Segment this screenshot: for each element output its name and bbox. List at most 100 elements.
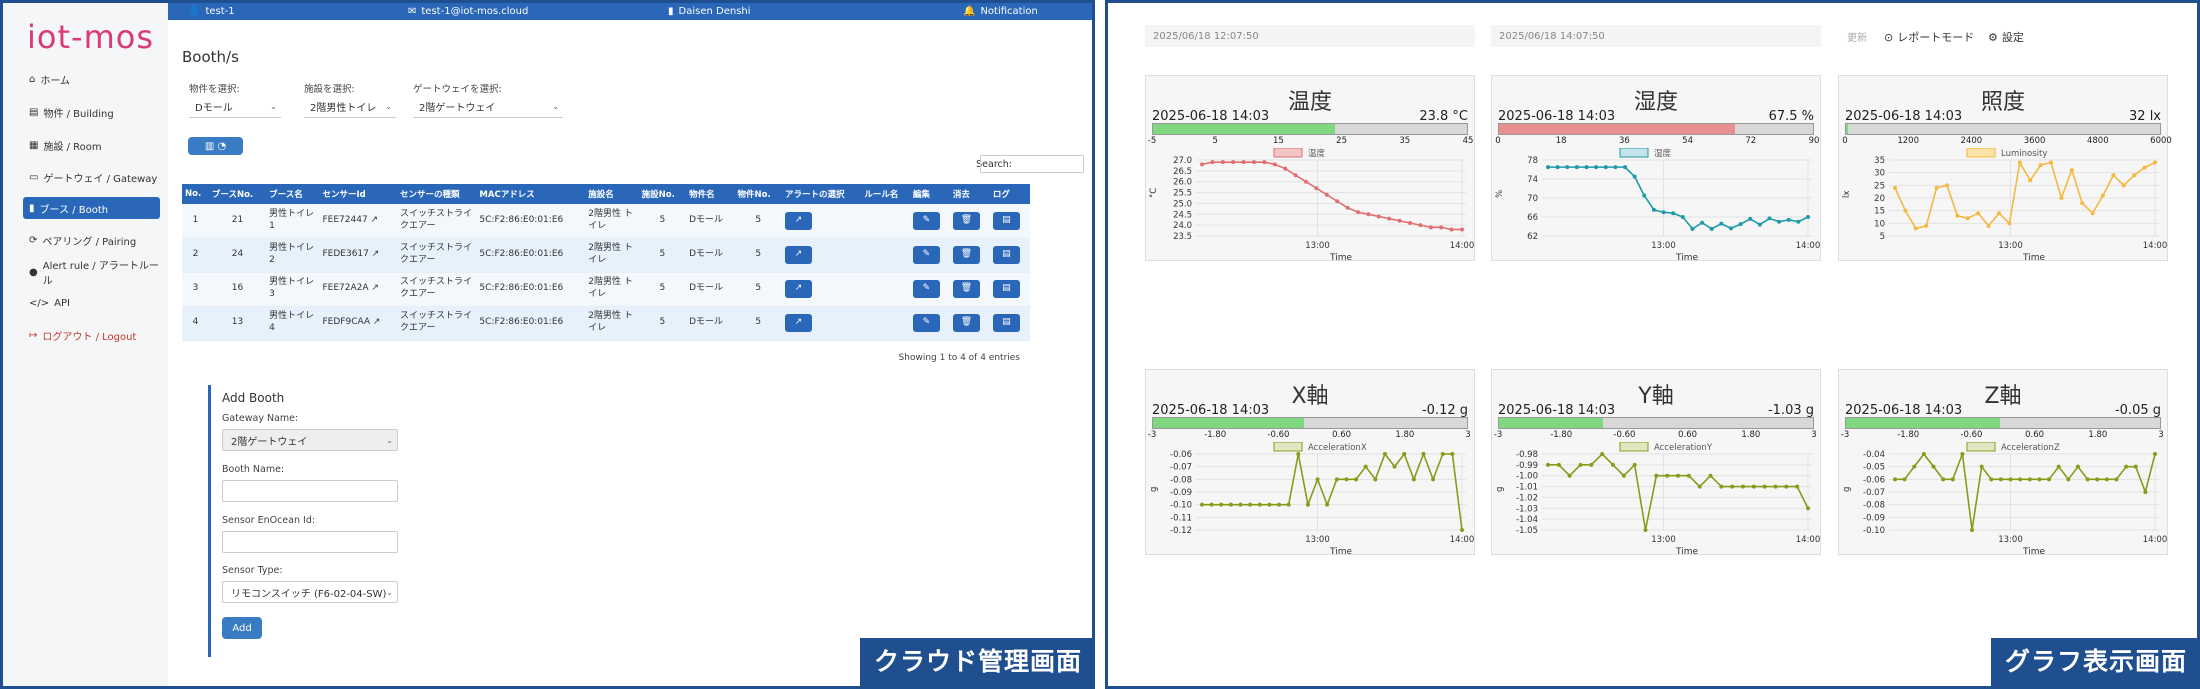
- column-header[interactable]: 施設名: [585, 184, 639, 204]
- sidebar-item-home[interactable]: ⌂ ホーム: [23, 68, 160, 90]
- data-point: [1651, 207, 1656, 212]
- column-header[interactable]: 編集: [909, 184, 950, 204]
- gauge-tick-label: -3: [1493, 430, 1503, 440]
- cell-text: Dモール: [689, 214, 724, 225]
- delete-button[interactable]: 🗑: [952, 280, 980, 298]
- data-point: [2059, 196, 2064, 200]
- gauge-tick-label: -3: [1147, 430, 1157, 440]
- cell-log: ▤: [989, 272, 1030, 307]
- gauge-tick-label: -1.80: [1550, 430, 1573, 440]
- end-date-input[interactable]: 2025/06/18 14:07:50: [1491, 25, 1821, 47]
- sidebar-item-code[interactable]: </> API: [23, 292, 160, 314]
- sidebar-item-alert[interactable]: ● Alert rule / アラートルール: [23, 261, 160, 287]
- legend-swatch: [1273, 148, 1303, 158]
- column-header[interactable]: MACアドレス: [476, 184, 586, 204]
- data-point: [1387, 216, 1392, 221]
- sidebar-item-logout[interactable]: ↦ ログアウト / Logout: [23, 324, 160, 346]
- table-row: 4 13 男性トイレ 4 FEDF9CAA ↗ スイッチストライクエアー 5C:F2:86…: [182, 306, 1030, 341]
- booth-name-input[interactable]: [222, 480, 398, 502]
- column-header[interactable]: 物件名: [686, 184, 735, 204]
- column-header[interactable]: センサーの種類: [397, 184, 477, 204]
- data-point: [1950, 477, 1955, 482]
- column-header[interactable]: 物件No.: [734, 184, 783, 204]
- gateway-icon: ▭: [29, 171, 39, 183]
- data-point: [1600, 452, 1605, 456]
- data-point: [2049, 160, 2053, 165]
- alert-select-button[interactable]: ↗: [785, 314, 813, 332]
- column-header[interactable]: No.: [182, 184, 209, 204]
- view-toggle-button[interactable]: ▥ ◔: [188, 137, 243, 155]
- gauge-tick-label: 72: [1745, 136, 1757, 146]
- gauge-tick-label: -5: [1147, 136, 1157, 146]
- edit-link-icon[interactable]: ↗: [369, 249, 380, 259]
- edit-link-icon[interactable]: ↗: [370, 317, 381, 327]
- data-point: [1431, 477, 1436, 482]
- update-button[interactable]: 更新: [1847, 29, 1867, 44]
- data-point: [1708, 473, 1713, 478]
- gauge-ticks: 0 18 36 54 72 90: [1492, 136, 1820, 148]
- edit-link-icon[interactable]: ↗: [368, 215, 379, 225]
- sidebar-item-pairing[interactable]: ⟳ ペアリング / Pairing: [23, 229, 160, 251]
- cell-sensor-id: FEE72A2A ↗: [319, 272, 398, 307]
- column-header[interactable]: 消去: [949, 184, 990, 204]
- alert-select-button[interactable]: ↗: [785, 211, 813, 230]
- building-select[interactable]: Dモール ⌄: [189, 96, 281, 118]
- column-header[interactable]: ログ: [989, 184, 1030, 204]
- edit-button[interactable]: ✎: [912, 314, 940, 332]
- gauge-bar: [1845, 123, 2161, 135]
- column-header[interactable]: 施設No.: [638, 184, 687, 204]
- column-header[interactable]: ブース名: [266, 184, 320, 204]
- data-point: [1392, 464, 1397, 469]
- data-point: [1697, 484, 1702, 489]
- sidebar-item-label: 物件 / Building: [43, 108, 114, 120]
- log-button[interactable]: ▤: [992, 280, 1020, 298]
- data-point: [1354, 477, 1359, 482]
- data-point: [2007, 221, 2012, 226]
- sidebar-item-gateway[interactable]: ▭ ゲートウェイ / Gateway: [23, 166, 160, 188]
- alert-select-button[interactable]: ↗: [785, 280, 813, 298]
- email-link[interactable]: ✉ test-1@iot-mos.cloud: [408, 6, 528, 17]
- log-button[interactable]: ▤: [992, 314, 1020, 332]
- data-point: [1565, 165, 1570, 170]
- data-point: [1913, 226, 1918, 231]
- enocean-id-input[interactable]: [222, 531, 398, 553]
- cell-delete: 🗑: [949, 204, 990, 239]
- log-button[interactable]: ▤: [992, 246, 1020, 264]
- start-date-input[interactable]: 2025/06/18 12:07:50: [1145, 25, 1475, 47]
- edit-link-icon[interactable]: ↗: [369, 283, 379, 293]
- data-point: [1955, 213, 1960, 218]
- settings-button[interactable]: ⚙ 設定: [1988, 29, 2024, 45]
- notification-link[interactable]: 🔔 Notification: [963, 6, 1038, 17]
- sidebar-item-room[interactable]: ▦ 施設 / Room: [23, 134, 160, 156]
- report-mode-toggle[interactable]: ⊙ レポートモード: [1884, 29, 1974, 45]
- edit-button[interactable]: ✎: [912, 246, 940, 264]
- edit-button[interactable]: ✎: [912, 280, 940, 298]
- gateway-name-select[interactable]: 2階ゲートウェイ ⌄: [222, 429, 398, 451]
- data-point: [1567, 473, 1572, 478]
- data-point: [1418, 223, 1423, 228]
- log-button[interactable]: ▤: [992, 211, 1020, 230]
- delete-button[interactable]: 🗑: [952, 211, 980, 230]
- cell-building-no: 5: [734, 272, 783, 307]
- gateway-select[interactable]: 2階ゲートウェイ ⌄: [413, 96, 563, 118]
- column-header[interactable]: センサーId: [319, 184, 398, 204]
- room-select[interactable]: 2階男性トイレ ⌄: [304, 96, 396, 118]
- room-filter-label: 施設を選択:: [304, 84, 355, 95]
- cell-room: 2階男性 トイレ: [585, 238, 639, 273]
- column-header[interactable]: ルール名: [861, 184, 910, 204]
- sidebar-item-booth[interactable]: ▮ ブース / Booth: [23, 197, 160, 219]
- y-tick-label: -0.08: [1863, 501, 1885, 511]
- search-input[interactable]: [980, 155, 1084, 173]
- company-link[interactable]: ▮ Daisen Denshi: [668, 6, 751, 17]
- sensor-type-select[interactable]: リモコンスイッチ (F6-02-04-SW) ⌄: [222, 581, 398, 603]
- tenant-link[interactable]: 👤 test-1: [188, 6, 235, 17]
- add-button[interactable]: Add: [222, 617, 262, 639]
- alert-select-button[interactable]: ↗: [785, 246, 813, 264]
- column-header[interactable]: ブースNo.: [208, 184, 267, 204]
- data-point: [1248, 502, 1253, 507]
- column-header[interactable]: アラートの選択: [782, 184, 862, 204]
- delete-button[interactable]: 🗑: [952, 246, 980, 264]
- sidebar-item-building[interactable]: ▤ 物件 / Building: [23, 101, 160, 123]
- edit-button[interactable]: ✎: [912, 211, 940, 230]
- delete-button[interactable]: 🗑: [952, 314, 980, 332]
